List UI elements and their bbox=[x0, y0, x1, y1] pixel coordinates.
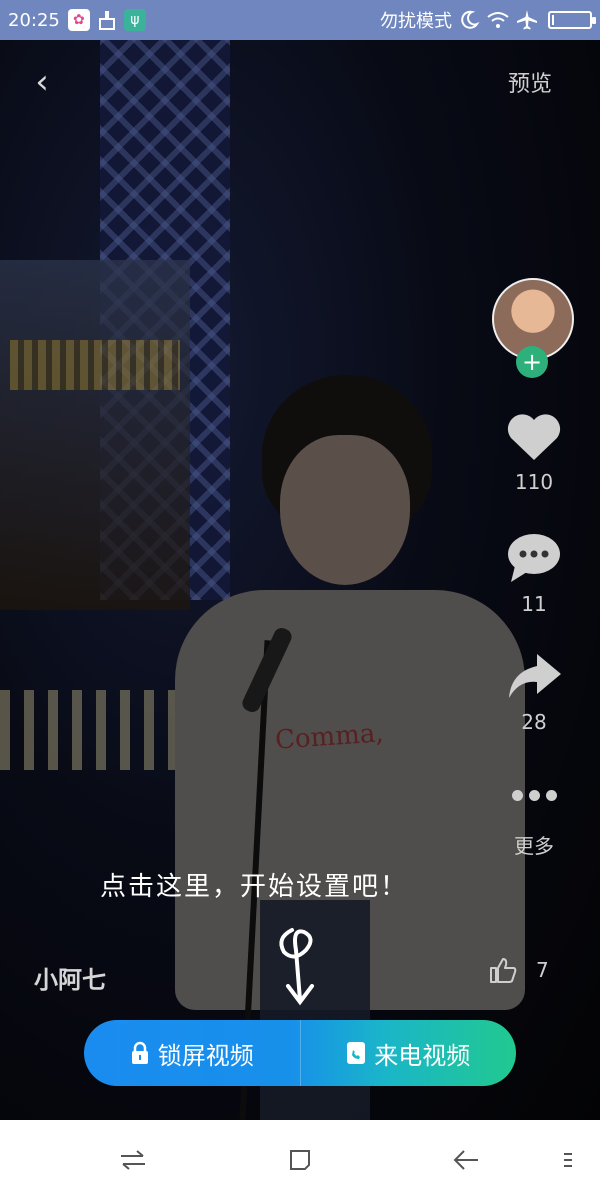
dnd-label: 勿扰模式 bbox=[380, 11, 452, 32]
back-icon: ‹ bbox=[35, 62, 49, 102]
switch-icon bbox=[121, 1150, 145, 1170]
more-button[interactable]: 更多 bbox=[498, 768, 570, 859]
lock-screen-video-button[interactable]: 锁屏视频 bbox=[84, 1020, 300, 1086]
phone-video-icon bbox=[347, 1042, 366, 1064]
cleaner-icon bbox=[96, 9, 118, 31]
video-action-bar: 锁屏视频 来电视频 bbox=[84, 1020, 516, 1086]
more-dots-icon bbox=[511, 768, 557, 822]
comment-button[interactable]: 11 bbox=[498, 532, 570, 616]
likes-count: 110 bbox=[514, 470, 554, 494]
call-video-label: 来电视频 bbox=[374, 1041, 471, 1070]
switch-apps-button[interactable] bbox=[113, 1140, 153, 1180]
status-time: 20:25 bbox=[8, 9, 60, 31]
moon-icon bbox=[461, 10, 480, 29]
plus-icon: + bbox=[521, 348, 543, 376]
call-video-button[interactable]: 来电视频 bbox=[301, 1020, 517, 1086]
setup-hint-text: 点击这里，开始设置吧！ bbox=[100, 872, 409, 902]
small-like-button[interactable]: 7 bbox=[488, 955, 549, 985]
back-nav-button[interactable] bbox=[446, 1140, 486, 1180]
preview-button[interactable]: 预览 bbox=[508, 66, 552, 98]
like-button[interactable]: 110 bbox=[498, 412, 570, 494]
lock-screen-video-label: 锁屏视频 bbox=[157, 1041, 254, 1070]
usb-icon: ψ bbox=[123, 9, 146, 31]
more-label: 更多 bbox=[514, 834, 554, 858]
back-button[interactable]: ‹ bbox=[22, 60, 62, 104]
creator-username[interactable]: 小阿七 bbox=[34, 960, 106, 995]
home-button[interactable] bbox=[280, 1140, 320, 1180]
status-bar: 20:25 ✿ ψ 勿扰模式 bbox=[0, 0, 600, 40]
lock-icon bbox=[131, 1041, 148, 1064]
wifi-icon bbox=[487, 12, 509, 28]
battery-icon bbox=[548, 11, 596, 29]
airplane-icon bbox=[517, 10, 537, 30]
arrow-left-icon bbox=[453, 1150, 478, 1170]
thumb-up-icon bbox=[490, 958, 517, 983]
gallery-app-icon: ✿ bbox=[67, 9, 90, 31]
menu-button[interactable] bbox=[548, 1140, 588, 1180]
follow-button[interactable]: + bbox=[516, 346, 548, 378]
home-square-icon bbox=[290, 1150, 310, 1170]
comments-count: 11 bbox=[521, 592, 547, 616]
share-button[interactable]: 28 bbox=[498, 652, 570, 734]
hint-arrow-icon bbox=[279, 928, 314, 1006]
comment-icon bbox=[508, 534, 560, 582]
system-nav-bar bbox=[0, 1120, 600, 1200]
small-like-count: 7 bbox=[536, 958, 549, 982]
menu-icon bbox=[564, 1153, 572, 1167]
shares-count: 28 bbox=[521, 710, 547, 734]
share-icon bbox=[509, 654, 561, 698]
heart-icon bbox=[507, 414, 561, 460]
